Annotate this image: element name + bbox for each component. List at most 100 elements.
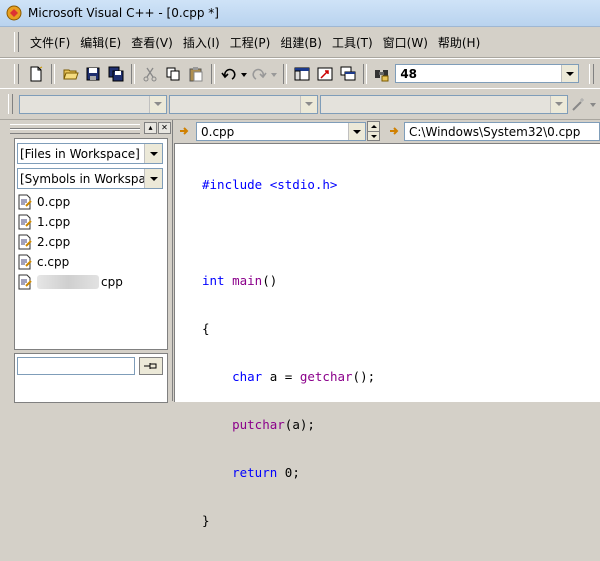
find-in-files-icon[interactable] (372, 63, 393, 85)
undo-icon[interactable] (220, 63, 248, 85)
pin-button[interactable] (139, 357, 163, 375)
pane-minimize-button[interactable]: ▴ (144, 122, 157, 134)
window-title: Microsoft Visual C++ - [0.cpp *] (28, 6, 219, 20)
pin-icon (144, 363, 157, 369)
menu-file[interactable]: 文件(F) (25, 34, 75, 51)
file-combo[interactable]: 0.cpp (196, 122, 366, 141)
code-include: #include <stdio.h> (202, 177, 338, 192)
code-line: char a = getchar(); (202, 369, 375, 385)
copy-icon[interactable] (163, 63, 184, 85)
paste-icon[interactable] (185, 63, 206, 85)
source-file-icon (18, 194, 32, 210)
menu-insert[interactable]: 插入(I) (178, 34, 225, 51)
menu-edit[interactable]: 编辑(E) (75, 34, 126, 51)
find-combo[interactable]: 48 (395, 64, 580, 83)
workspace-icon[interactable] (292, 63, 313, 85)
chevron-down-icon (555, 102, 564, 106)
workspace-files-dropdown-arrow[interactable] (144, 144, 162, 163)
menu-window[interactable]: 窗口(W) (378, 34, 433, 51)
chevron-down-icon (149, 151, 158, 156)
menu-help[interactable]: 帮助(H) (433, 34, 485, 51)
file-item-redacted[interactable]: cpp (17, 273, 123, 291)
workspace-files-dropdown[interactable]: [Files in Workspace] (17, 143, 163, 164)
menu-build[interactable]: 组建(B) (275, 34, 327, 51)
source-file-icon (18, 234, 32, 250)
redo-icon[interactable] (250, 63, 278, 85)
file-item-label: c.cpp (37, 255, 70, 269)
class-combo[interactable] (19, 94, 167, 114)
code-line: { (202, 321, 375, 337)
file-item-0cpp[interactable]: 0.cpp (17, 193, 70, 211)
path-combo[interactable]: C:\Windows\System32\0.cpp (404, 122, 600, 141)
spin-up-icon[interactable] (368, 122, 379, 132)
workspace-pane: ▴ ✕ [Files in Workspace] [Symbols in Wor… (6, 120, 173, 403)
save-icon[interactable] (83, 63, 104, 85)
file-item-label: cpp (101, 275, 123, 289)
path-combo-value: C:\Windows\System32\0.cpp (409, 124, 581, 139)
code-text: { (202, 321, 210, 336)
code-line: int main() (202, 273, 375, 289)
file-item-ccpp[interactable]: c.cpp (17, 253, 69, 271)
wizard-toolbar (0, 88, 600, 120)
menu-tools[interactable]: 工具(T) (327, 34, 378, 51)
title-bar: Microsoft Visual C++ - [0.cpp *] (0, 0, 600, 27)
menu-bar: 文件(F) 编辑(E) 查看(V) 插入(I) 工程(P) 组建(B) 工具(T… (0, 27, 600, 58)
pane-grip (10, 129, 140, 134)
code-line: return 0; (202, 465, 375, 481)
members-combo[interactable] (320, 94, 569, 114)
toolbar-separator (210, 63, 215, 84)
code-text: () (262, 273, 278, 288)
wizard-wand-icon[interactable] (569, 93, 599, 115)
new-file-icon[interactable] (26, 63, 47, 85)
workspace-pane-header[interactable]: ▴ ✕ (6, 120, 172, 136)
file-item-2cpp[interactable]: 2.cpp (17, 233, 70, 251)
save-all-icon[interactable] (106, 63, 127, 85)
toolbar-grip[interactable] (8, 94, 13, 114)
code-area[interactable]: #include <stdio.h> int main() { char a =… (202, 145, 375, 561)
code-function: getchar (299, 369, 353, 384)
code-text: } (202, 513, 210, 528)
file-spin-buttons[interactable] (367, 121, 380, 141)
file-item-1cpp[interactable]: 1.cpp (17, 213, 70, 231)
code-keyword: return (232, 465, 278, 480)
menu-project[interactable]: 工程(P) (225, 34, 276, 51)
find-combo-arrow[interactable] (561, 65, 579, 82)
class-combo-arrow[interactable] (148, 95, 166, 113)
file-item-label: 0.cpp (37, 195, 71, 209)
spin-down-icon[interactable] (368, 132, 379, 141)
workspace-symbols-dropdown-arrow[interactable] (144, 169, 162, 188)
pane-close-button[interactable]: ✕ (158, 122, 171, 134)
open-folder-icon[interactable] (60, 63, 81, 85)
workspace-input[interactable] (17, 357, 135, 375)
source-file-icon (18, 214, 32, 230)
toolbar-separator (51, 63, 56, 84)
toolbar-grip[interactable] (14, 63, 19, 84)
source-file-icon (18, 254, 32, 270)
workspace-files-dropdown-value: [Files in Workspace] (20, 146, 140, 161)
code-editor[interactable]: #include <stdio.h> int main() { char a =… (174, 143, 600, 528)
code-text: (); (352, 369, 376, 384)
code-text: (a); (284, 417, 315, 432)
filter-combo[interactable] (168, 94, 319, 114)
find-combo-value: 48 (400, 66, 418, 81)
code-function: putchar (232, 417, 285, 432)
menu-grip[interactable] (14, 32, 19, 52)
workspace-bottom-panel (14, 353, 168, 403)
output-icon[interactable] (315, 63, 336, 85)
standard-toolbar: 48 (0, 58, 600, 89)
filter-combo-arrow[interactable] (300, 95, 318, 113)
source-file-icon (18, 274, 32, 290)
window-list-icon[interactable] (337, 63, 358, 85)
menu-view[interactable]: 查看(V) (126, 34, 178, 51)
members-combo-arrow[interactable] (550, 95, 568, 113)
code-text: 0; (277, 465, 300, 480)
code-line: } (202, 513, 375, 529)
cut-icon[interactable] (140, 63, 161, 85)
chevron-down-icon (353, 129, 361, 134)
editor-nav-bar: 0.cpp C:\Windows\System32\0.cpp (174, 120, 600, 142)
toolbar-grip[interactable] (589, 63, 594, 84)
code-keyword: char (232, 369, 263, 384)
workspace-symbols-dropdown[interactable]: [Symbols in Workspac (17, 168, 163, 189)
file-combo-arrow[interactable] (348, 123, 365, 140)
code-text: a = (262, 369, 300, 384)
